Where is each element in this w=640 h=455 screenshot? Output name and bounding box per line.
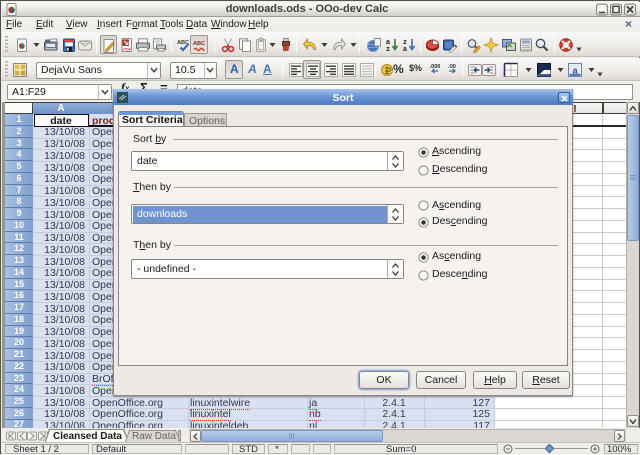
svg-text:a: a: [386, 39, 390, 46]
svg-text:a: a: [403, 46, 407, 53]
svg-text:z: z: [403, 39, 407, 46]
svg-text:PDF: PDF: [123, 47, 131, 51]
svg-text:ABC: ABC: [193, 41, 205, 47]
svg-text:.00: .00: [448, 64, 456, 70]
svg-text:.000: .000: [430, 64, 441, 70]
svg-text:z: z: [386, 46, 390, 53]
